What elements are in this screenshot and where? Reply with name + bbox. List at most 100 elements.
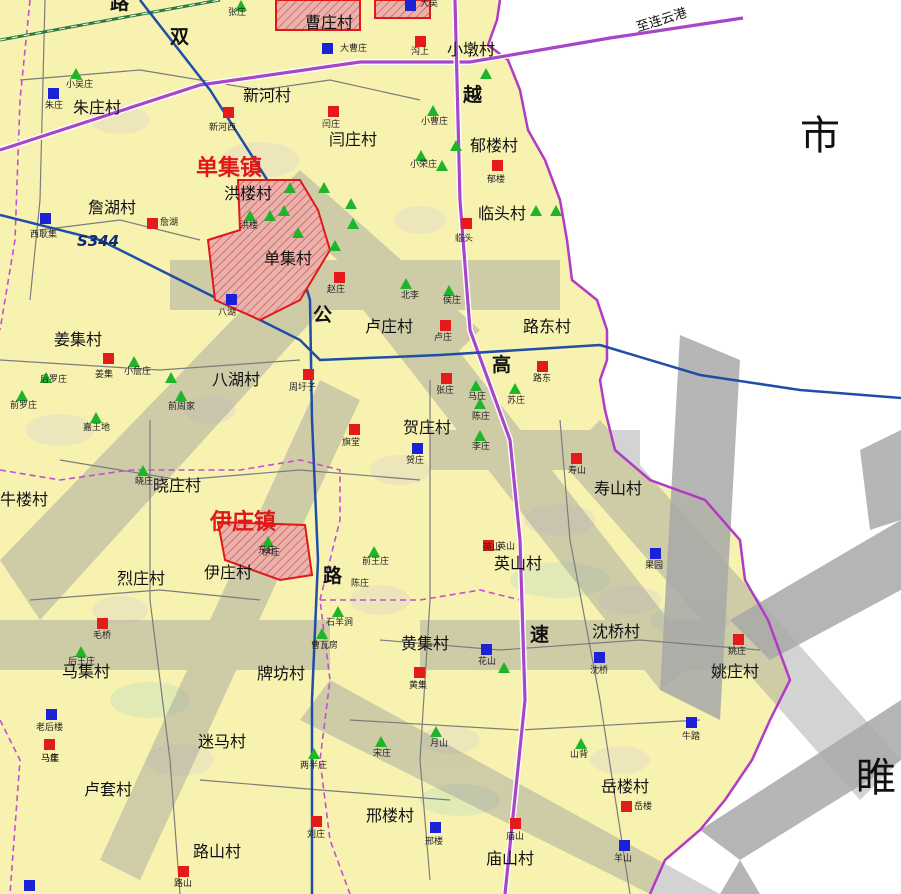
place-label: 卢庄 [434, 333, 453, 343]
blue-marker [430, 822, 441, 833]
village-label: 沈桥村 [592, 622, 641, 641]
town-label: 单集镇 [196, 156, 263, 181]
village-label: 英山村 [494, 554, 543, 573]
road-char: 路 [323, 565, 343, 587]
road-char: 双 [170, 26, 190, 48]
green-marker [308, 748, 320, 759]
green-marker [16, 390, 28, 401]
green-marker [474, 430, 486, 441]
village-label: 贺庄村 [403, 418, 452, 437]
place-label: 大吴 [420, 0, 439, 9]
place-label: 后王庄 [68, 657, 96, 667]
village-label: 庙山村 [486, 849, 535, 868]
blue-marker [322, 43, 333, 54]
green-marker [427, 105, 439, 116]
red-marker [415, 36, 426, 47]
place-label: 小吴庄 [66, 80, 94, 90]
village-label: 路东村 [523, 317, 572, 336]
green-marker [165, 372, 177, 383]
road-char: 路 [110, 0, 130, 14]
blue-marker [650, 548, 661, 559]
green-marker [347, 218, 359, 229]
town-label: 伊庄镇 [210, 510, 277, 535]
place-label: 马集 [41, 754, 60, 764]
place-label: 岳楼 [634, 802, 653, 812]
place-label: 沟上 [411, 47, 430, 57]
blue-marker [686, 717, 697, 728]
green-marker [278, 205, 290, 216]
place-label: 老后楼 [36, 723, 64, 733]
green-marker [284, 182, 296, 193]
green-marker [329, 240, 341, 251]
green-marker [128, 356, 140, 367]
green-marker [400, 278, 412, 289]
green-marker [480, 68, 492, 79]
red-marker [334, 272, 345, 283]
red-marker [537, 361, 548, 372]
place-label: 月山 [430, 739, 449, 749]
village-label: 姚庄村 [711, 662, 760, 681]
village-label: 寿山村 [594, 479, 643, 498]
red-marker [571, 453, 582, 464]
place-label: 贺庄 [406, 456, 425, 466]
village-label: 卢套村 [84, 780, 133, 799]
village-label: 朱庄村 [73, 98, 122, 117]
place-label: 沈桥 [590, 666, 609, 676]
place-label: 新河西 [209, 123, 237, 133]
green-marker [443, 285, 455, 296]
blue-marker [40, 213, 51, 224]
village-label: 洪楼村 [224, 184, 273, 203]
place-label: 姜集 [95, 370, 114, 380]
green-marker [75, 646, 87, 657]
green-marker [137, 465, 149, 476]
village-label: 詹湖村 [88, 198, 137, 217]
green-marker [90, 412, 102, 423]
place-label: 旗堂 [342, 438, 361, 448]
place-label: 周圩子 [289, 383, 317, 393]
village-label: 八湖村 [212, 370, 261, 389]
village-label: 新河村 [243, 86, 292, 105]
village-label: 晓庄村 [153, 476, 202, 495]
village-label: 曹庄村 [305, 13, 354, 32]
place-label: 苏庄 [507, 396, 526, 406]
green-marker [316, 628, 328, 639]
place-label: 前罗庄 [10, 401, 38, 411]
red-marker [328, 106, 339, 117]
place-label: 小詹庄 [124, 367, 152, 377]
red-marker [492, 160, 503, 171]
village-label: 卢庄村 [365, 317, 414, 336]
place-label: 毛桥 [93, 631, 112, 641]
place-label: 赵庄 [327, 285, 346, 295]
blue-marker [619, 840, 630, 851]
red-marker [621, 801, 632, 812]
green-marker [175, 390, 187, 401]
place-label: 大曹庄 [340, 44, 368, 54]
red-marker [97, 618, 108, 629]
green-marker [345, 198, 357, 209]
red-marker [461, 218, 472, 229]
red-marker [441, 373, 452, 384]
road-char: 越 [463, 84, 483, 106]
village-label: 姜集村 [54, 330, 103, 349]
green-marker [450, 140, 462, 151]
place-label: 侯庄 [443, 296, 462, 306]
red-marker [103, 353, 114, 364]
place-label: 姚庄 [728, 647, 747, 657]
red-marker [311, 816, 322, 827]
green-marker [264, 210, 276, 221]
place-label: 洪楼 [240, 221, 259, 231]
red-marker [178, 866, 189, 877]
place-label: 朱庄 [45, 101, 64, 111]
place-label: 羊山 [614, 854, 633, 864]
blue-marker [24, 880, 35, 891]
place-label: 陈庄 [472, 412, 491, 422]
place-label: 张庄 [228, 8, 247, 18]
village-label: 单集村 [264, 249, 313, 268]
place-label: 临头 [455, 234, 474, 244]
village-label: 闫庄村 [329, 130, 378, 149]
place-label: 刘庄 [307, 830, 326, 840]
blue-marker [48, 88, 59, 99]
place-label: 伊庄 [262, 548, 281, 558]
city-label: 市 [800, 113, 840, 159]
place-label: 李庄 [472, 442, 491, 452]
